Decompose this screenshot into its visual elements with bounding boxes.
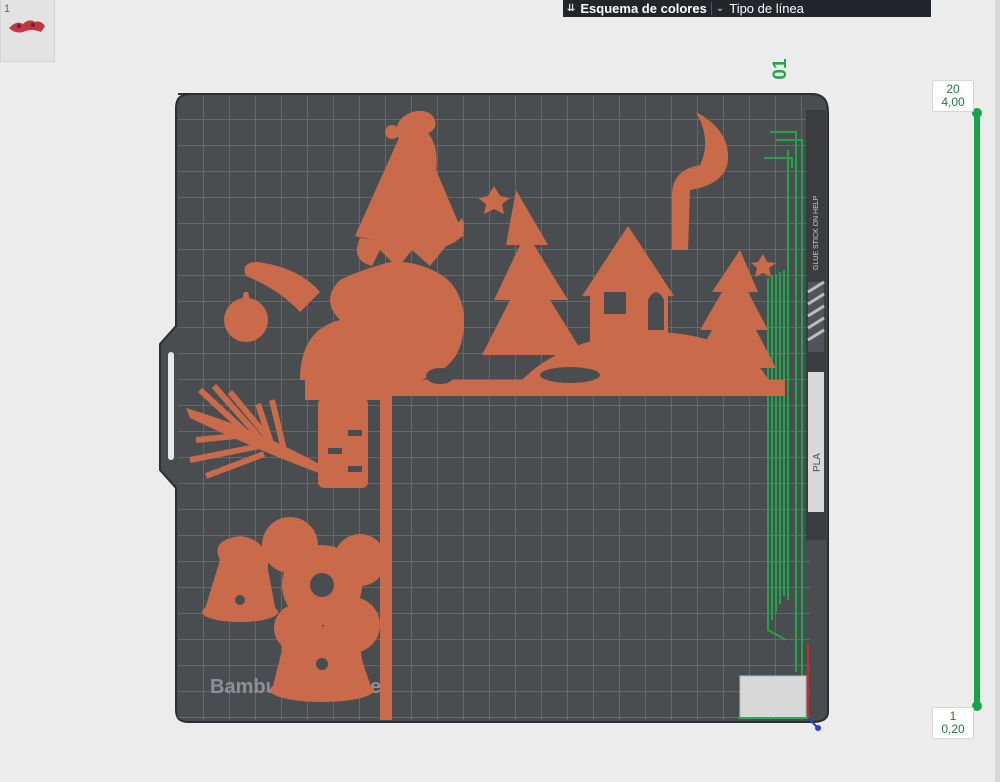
top-layer-height: 4,00 xyxy=(941,95,965,109)
line-type-dropdown[interactable]: ⌄ Tipo de línea xyxy=(712,0,808,17)
plate-material-label: PLA xyxy=(812,453,823,472)
side-panel-edge xyxy=(995,0,1000,782)
model-thumbnail-icon xyxy=(9,20,45,33)
plate-number-label: 01 xyxy=(770,58,791,80)
plate-side-note: GLUE STICK ON HELP xyxy=(813,195,820,270)
layer-slider-track[interactable] xyxy=(974,113,980,706)
color-scheme-label: Esquema de colores xyxy=(580,1,707,16)
bottom-layer-tag: 1 0,20 xyxy=(932,707,974,739)
build-plate-viewport[interactable]: GLUE STICK ON HELP PLA Bambu Cool Plate xyxy=(0,0,1000,782)
view-options-bar: ⇊ Esquema de colores ⌄ Tipo de línea xyxy=(563,0,931,17)
bottom-layer-height: 0,20 xyxy=(941,722,965,736)
color-scheme-dropdown[interactable]: ⇊ Esquema de colores xyxy=(563,0,711,17)
plate-thumbnail[interactable]: 1 xyxy=(0,0,55,62)
line-type-label: Tipo de línea xyxy=(729,1,804,16)
top-layer-tag: 20 4,00 xyxy=(932,80,974,112)
chevron-down-icon: ⌄ xyxy=(715,3,725,14)
plate-side-strip xyxy=(806,110,826,540)
double-chevron-down-icon: ⇊ xyxy=(567,3,576,14)
